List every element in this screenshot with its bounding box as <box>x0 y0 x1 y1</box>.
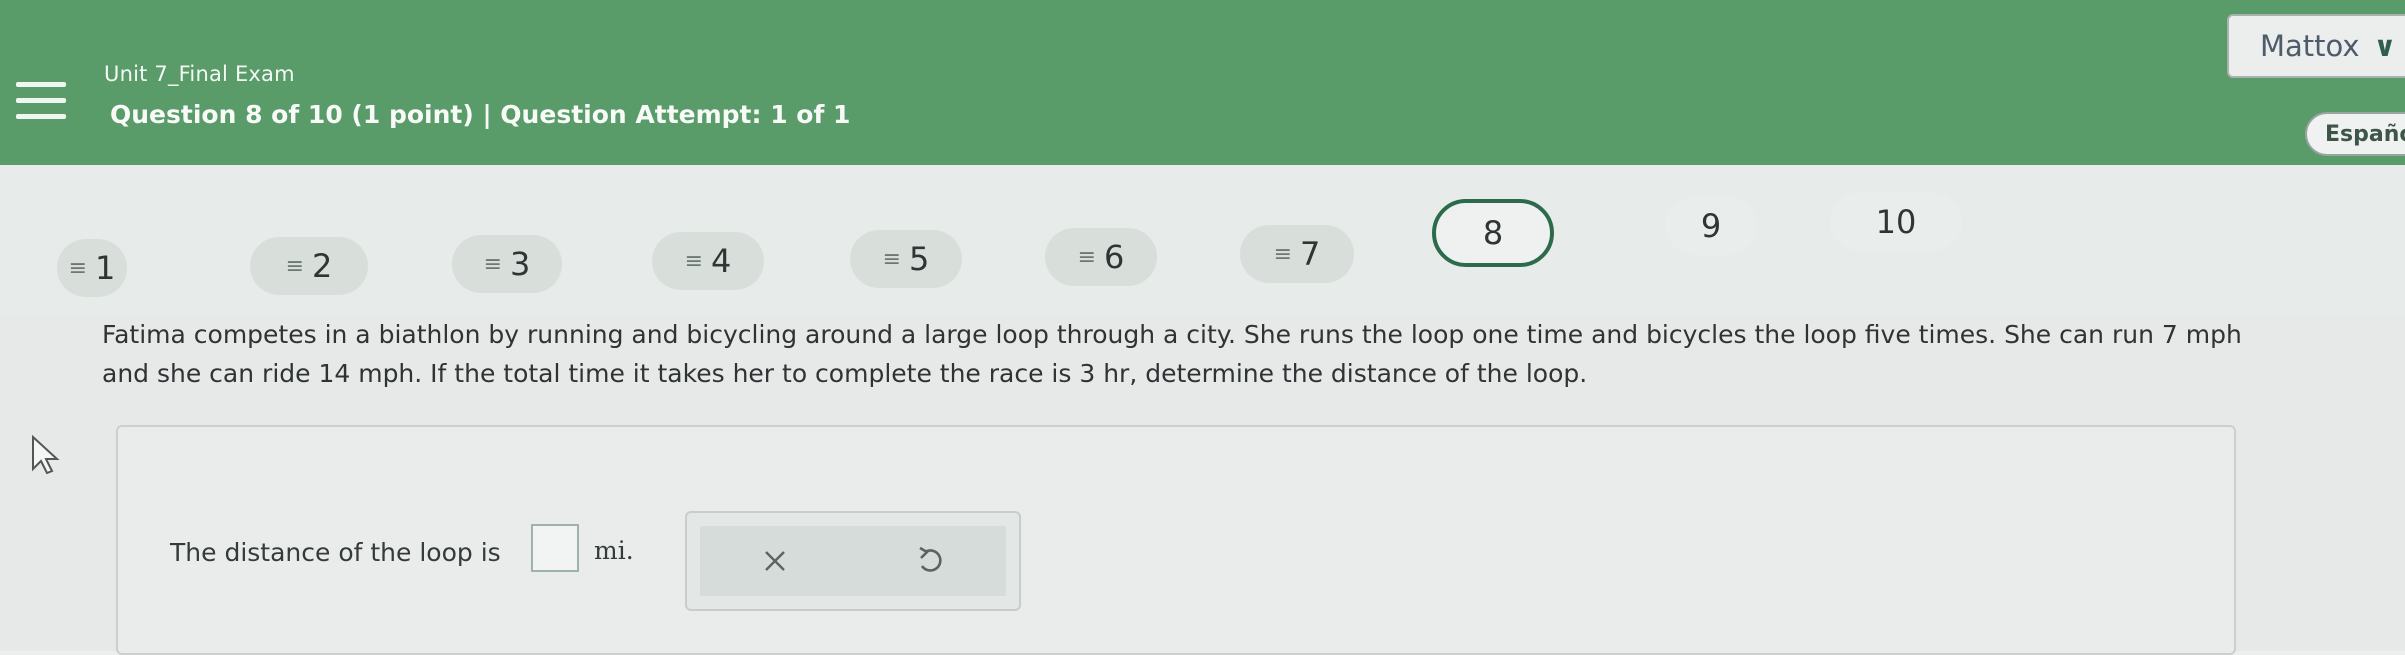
question-nav-2[interactable]: ≡ 2 <box>250 237 368 295</box>
answer-unit: mi. <box>594 536 634 565</box>
answer-tools <box>685 511 1021 611</box>
question-nav-1[interactable]: ≡ 1 <box>57 239 127 297</box>
question-nav-4[interactable]: ≡ 4 <box>652 232 764 290</box>
answered-lines-icon: ≡ <box>1077 244 1097 270</box>
question-nav-8-current[interactable]: 8 <box>1432 199 1554 267</box>
question-nav-10[interactable]: 10 <box>1830 193 1962 251</box>
question-number: 9 <box>1700 207 1722 245</box>
question-navigation: ≡ 1 ≡ 2 ≡ 3 ≡ 4 ≡ 5 ≡ 6 ≡ 7 8 9 10 <box>0 165 2405 315</box>
hamburger-menu-icon[interactable] <box>16 82 66 128</box>
answer-label: The distance of the loop is <box>170 538 501 567</box>
question-number: 5 <box>909 240 930 278</box>
user-name: Mattox <box>2260 29 2360 63</box>
user-menu-button[interactable]: Mattox ∨ <box>2227 14 2405 78</box>
x-icon <box>765 551 785 571</box>
question-nav-5[interactable]: ≡ 5 <box>850 230 962 288</box>
header-bar: Unit 7_Final Exam Question 8 of 10 (1 po… <box>0 0 2405 165</box>
undo-button[interactable] <box>880 526 980 596</box>
answered-lines-icon: ≡ <box>483 251 503 277</box>
question-prompt: Fatima competes in a biathlon by running… <box>102 320 2242 388</box>
answered-lines-icon: ≡ <box>285 253 305 279</box>
question-number: 1 <box>95 249 116 287</box>
question-number: 8 <box>1482 214 1504 252</box>
question-number: 3 <box>510 245 531 283</box>
question-number: 2 <box>312 247 333 285</box>
unit-title: Unit 7_Final Exam <box>104 62 295 86</box>
question-number: 10 <box>1875 203 1917 241</box>
answer-input[interactable] <box>531 524 579 572</box>
mouse-pointer-icon <box>32 435 60 475</box>
answered-lines-icon: ≡ <box>882 246 902 272</box>
question-number: 7 <box>1300 235 1321 273</box>
question-nav-7[interactable]: ≡ 7 <box>1240 225 1354 283</box>
chevron-down-icon: ∨ <box>2373 29 2397 63</box>
language-button[interactable]: Español <box>2305 112 2405 156</box>
question-number: 6 <box>1104 238 1125 276</box>
undo-icon <box>919 546 942 572</box>
question-nav-3[interactable]: ≡ 3 <box>452 235 562 293</box>
answered-lines-icon: ≡ <box>684 248 704 274</box>
question-number: 4 <box>711 242 732 280</box>
question-info: Question 8 of 10 (1 point) | Question At… <box>110 100 851 129</box>
answered-lines-icon: ≡ <box>68 255 88 281</box>
question-nav-6[interactable]: ≡ 6 <box>1045 228 1157 286</box>
question-nav-9[interactable]: 9 <box>1665 197 1757 255</box>
tool-bar <box>700 526 1006 596</box>
answered-lines-icon: ≡ <box>1273 241 1293 267</box>
clear-button[interactable] <box>725 526 825 596</box>
